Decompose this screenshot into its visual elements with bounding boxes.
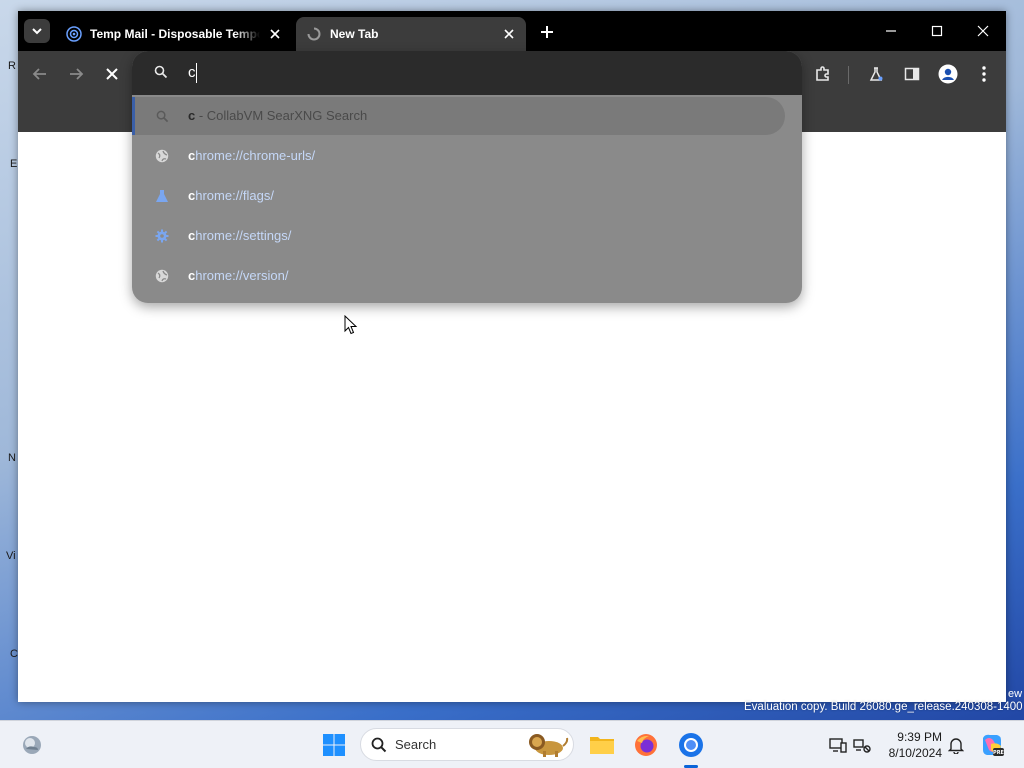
search-icon bbox=[154, 108, 170, 124]
clock-date: 8/10/2024 bbox=[888, 746, 942, 760]
file-explorer-button[interactable] bbox=[586, 729, 618, 761]
search-label: Search bbox=[395, 737, 437, 752]
side-panel-icon bbox=[904, 67, 920, 81]
toolbar-divider bbox=[848, 66, 849, 84]
close-icon bbox=[977, 25, 989, 37]
weather-icon bbox=[23, 736, 41, 754]
chrome-button[interactable] bbox=[675, 729, 707, 761]
tab-temp-mail[interactable]: Temp Mail - Disposable Temporary Email bbox=[56, 17, 292, 51]
chrome-labs-button[interactable] bbox=[864, 62, 888, 86]
bell-icon bbox=[948, 738, 964, 754]
suggestion-search[interactable]: c - CollabVM SearXNG Search bbox=[132, 97, 785, 135]
globe-icon bbox=[154, 268, 170, 284]
mouse-pointer-icon bbox=[344, 315, 358, 335]
close-tab-icon[interactable] bbox=[266, 25, 284, 43]
tab-new-tab[interactable]: New Tab bbox=[296, 17, 526, 51]
omnibox-typed-text: c bbox=[188, 64, 196, 81]
firefox-icon bbox=[635, 734, 657, 756]
flask-icon bbox=[154, 188, 170, 204]
suggestion-flags[interactable]: chrome://flags/ bbox=[132, 177, 802, 215]
minimize-button[interactable] bbox=[876, 19, 906, 43]
new-tab-button[interactable] bbox=[536, 21, 558, 43]
close-tab-icon[interactable] bbox=[500, 25, 518, 43]
search-icon bbox=[371, 737, 387, 753]
minimize-icon bbox=[886, 30, 896, 32]
network-icon bbox=[853, 739, 871, 753]
loading-spinner-icon bbox=[306, 26, 322, 42]
taskbar: Search 9:39 PM 8/10/2024 PRE bbox=[0, 720, 1024, 768]
suggestion-text: hrome://settings/ bbox=[195, 228, 292, 243]
notifications-button[interactable] bbox=[940, 729, 972, 761]
evaluation-watermark: Evaluation copy. Build 26080.ge_release.… bbox=[744, 701, 1023, 713]
suggestion-text: hrome://chrome-urls/ bbox=[195, 148, 316, 163]
profile-button[interactable] bbox=[936, 62, 960, 86]
svg-text:PRE: PRE bbox=[993, 750, 1005, 756]
tab-strip: Temp Mail - Disposable Temporary Email N… bbox=[18, 11, 1006, 51]
plus-icon bbox=[541, 26, 553, 38]
suggestion-text: - CollabVM SearXNG Search bbox=[195, 108, 368, 123]
maximize-button[interactable] bbox=[922, 19, 952, 43]
suggestion-version[interactable]: chrome://version/ bbox=[132, 257, 802, 295]
windows-logo-icon bbox=[323, 734, 345, 756]
temp-mail-favicon-icon bbox=[66, 26, 82, 42]
search-icon bbox=[154, 65, 168, 84]
firefox-button[interactable] bbox=[630, 729, 662, 761]
copilot-button[interactable]: PRE bbox=[976, 729, 1008, 761]
back-button[interactable] bbox=[28, 62, 52, 86]
start-button[interactable] bbox=[318, 729, 350, 761]
chevron-down-icon bbox=[32, 28, 42, 35]
avatar-icon bbox=[938, 64, 958, 84]
suggestion-chrome-urls[interactable]: chrome://chrome-urls/ bbox=[132, 137, 802, 175]
chrome-icon bbox=[679, 733, 703, 757]
side-panel-button[interactable] bbox=[900, 62, 924, 86]
arrow-left-icon bbox=[32, 68, 46, 80]
taskbar-search-box[interactable]: Search bbox=[360, 728, 574, 761]
watermark-fragment: ew bbox=[1008, 688, 1023, 700]
tab-title: New Tab bbox=[330, 27, 379, 41]
puzzle-icon bbox=[816, 66, 829, 81]
more-vertical-icon bbox=[982, 66, 986, 82]
text-caret bbox=[196, 63, 197, 83]
globe-icon bbox=[154, 148, 170, 164]
arrow-right-icon bbox=[70, 68, 84, 80]
maximize-icon bbox=[931, 25, 943, 37]
tab-title: Temp Mail - Disposable Temporary Email bbox=[90, 27, 260, 41]
copilot-icon: PRE bbox=[983, 734, 1005, 756]
flask-icon bbox=[869, 67, 883, 81]
menu-button[interactable] bbox=[972, 62, 996, 86]
widgets-button[interactable] bbox=[16, 729, 48, 761]
folder-icon bbox=[590, 737, 614, 754]
suggestion-text: hrome://flags/ bbox=[195, 188, 274, 203]
suggestion-text: hrome://version/ bbox=[195, 268, 289, 283]
network-volume-button[interactable] bbox=[846, 729, 878, 761]
gear-icon bbox=[154, 228, 170, 244]
search-highlight-lion-icon bbox=[525, 732, 569, 763]
close-icon bbox=[106, 68, 118, 80]
omnibox-popup: c c - CollabVM SearXNG Search chrome://c… bbox=[132, 51, 802, 303]
extensions-button[interactable] bbox=[811, 62, 835, 86]
tab-search-button[interactable] bbox=[24, 19, 50, 43]
suggestion-settings[interactable]: chrome://settings/ bbox=[132, 217, 802, 255]
close-window-button[interactable] bbox=[968, 19, 998, 43]
clock-time: 9:39 PM bbox=[897, 730, 942, 744]
system-clock[interactable]: 9:39 PM 8/10/2024 bbox=[880, 729, 942, 761]
forward-button[interactable] bbox=[64, 62, 88, 86]
device-icon bbox=[829, 738, 847, 753]
omnibox-input[interactable]: c bbox=[132, 51, 802, 95]
stop-loading-button[interactable] bbox=[100, 62, 124, 86]
